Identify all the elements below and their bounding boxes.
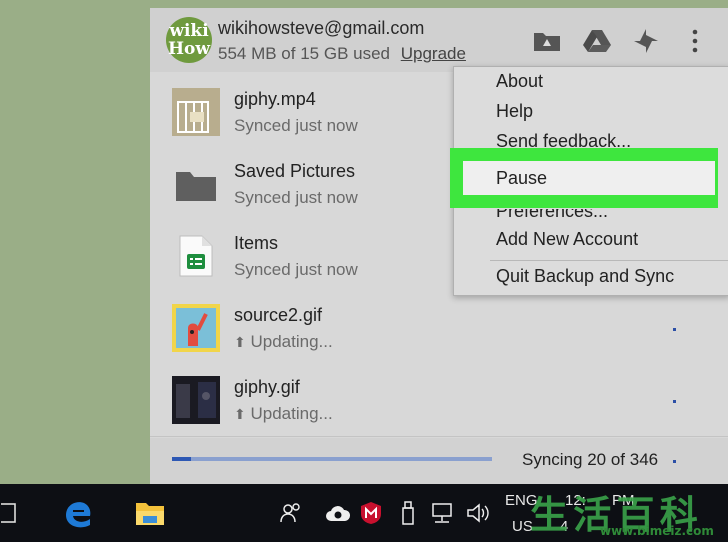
- menu-item-about[interactable]: About: [496, 71, 543, 92]
- storage-usage-text: 554 MB of 15 GB used: [218, 44, 390, 63]
- volume-icon[interactable]: [464, 501, 492, 525]
- file-status: Synced just now: [234, 260, 358, 279]
- sheets-icon: [172, 232, 220, 280]
- account-avatar[interactable]: wiki How: [166, 17, 212, 63]
- menu-item-pause[interactable]: Pause: [496, 168, 547, 189]
- storage-usage: 554 MB of 15 GB used Upgrade: [218, 44, 466, 64]
- video-thumbnail: [172, 88, 220, 136]
- account-email: wikihowsteve@gmail.com: [218, 18, 425, 38]
- file-name: giphy.gif: [234, 377, 300, 397]
- network-icon[interactable]: [428, 501, 456, 525]
- google-photos-icon[interactable]: [631, 28, 661, 54]
- file-name: Items: [234, 233, 279, 253]
- menu-item-add-account[interactable]: Add New Account: [496, 229, 638, 250]
- menu-divider: [490, 260, 728, 261]
- activity-dot: [673, 328, 676, 331]
- avatar-text-wiki: wiki: [169, 21, 209, 41]
- account-header: wiki How wikihowsteve@gmail.com 554 MB o…: [150, 8, 728, 72]
- activity-dot: [673, 400, 676, 403]
- backup-sync-tray-icon[interactable]: [324, 501, 352, 525]
- gif-thumbnail: [172, 376, 220, 424]
- file-row[interactable]: giphy.gif ⬆ Updating...: [150, 364, 728, 437]
- google-drive-icon[interactable]: [582, 28, 612, 54]
- sync-progress-fill: [172, 457, 192, 461]
- avatar-text-how: How: [167, 39, 211, 59]
- folder-icon[interactable]: [532, 28, 562, 54]
- file-status: ⬆ Updating...: [234, 332, 333, 352]
- file-name: giphy.mp4: [234, 89, 316, 109]
- usb-drive-icon[interactable]: [398, 499, 418, 527]
- file-status: Synced just now: [234, 116, 358, 135]
- file-status-text: Updating...: [250, 332, 333, 351]
- more-vert-icon[interactable]: [680, 28, 710, 54]
- upgrade-link[interactable]: Upgrade: [401, 44, 466, 63]
- file-status: Synced just now: [234, 188, 358, 207]
- activity-dot: [673, 460, 676, 463]
- mcafee-icon[interactable]: [358, 500, 384, 526]
- folder-icon: [172, 160, 220, 208]
- task-view-icon[interactable]: [0, 498, 20, 528]
- file-name: source2.gif: [234, 305, 323, 325]
- menu-item-send-feedback[interactable]: Send feedback...: [496, 131, 631, 152]
- sync-footer: Syncing 20 of 346: [150, 438, 728, 484]
- menu-item-help[interactable]: Help: [496, 101, 533, 122]
- gif-thumbnail: [172, 304, 220, 352]
- file-explorer-icon[interactable]: [132, 496, 168, 530]
- file-status-text: Updating...: [250, 404, 333, 423]
- file-name: Saved Pictures: [234, 161, 356, 181]
- upload-icon: ⬆: [234, 406, 246, 422]
- upload-icon: ⬆: [234, 334, 246, 350]
- sync-progress-bar: [172, 457, 492, 461]
- edge-browser-icon[interactable]: [60, 495, 96, 531]
- menu-item-quit[interactable]: Quit Backup and Sync: [496, 266, 674, 287]
- watermark-url: www.bimeiz.com: [600, 524, 714, 538]
- file-row[interactable]: source2.gif ⬆ Updating...: [150, 292, 728, 365]
- sync-status: Syncing 20 of 346: [522, 450, 659, 469]
- settings-menu: About Help Send feedback... Pause Prefer…: [450, 66, 728, 296]
- file-status: ⬆ Updating...: [234, 404, 333, 424]
- people-icon[interactable]: [278, 500, 304, 526]
